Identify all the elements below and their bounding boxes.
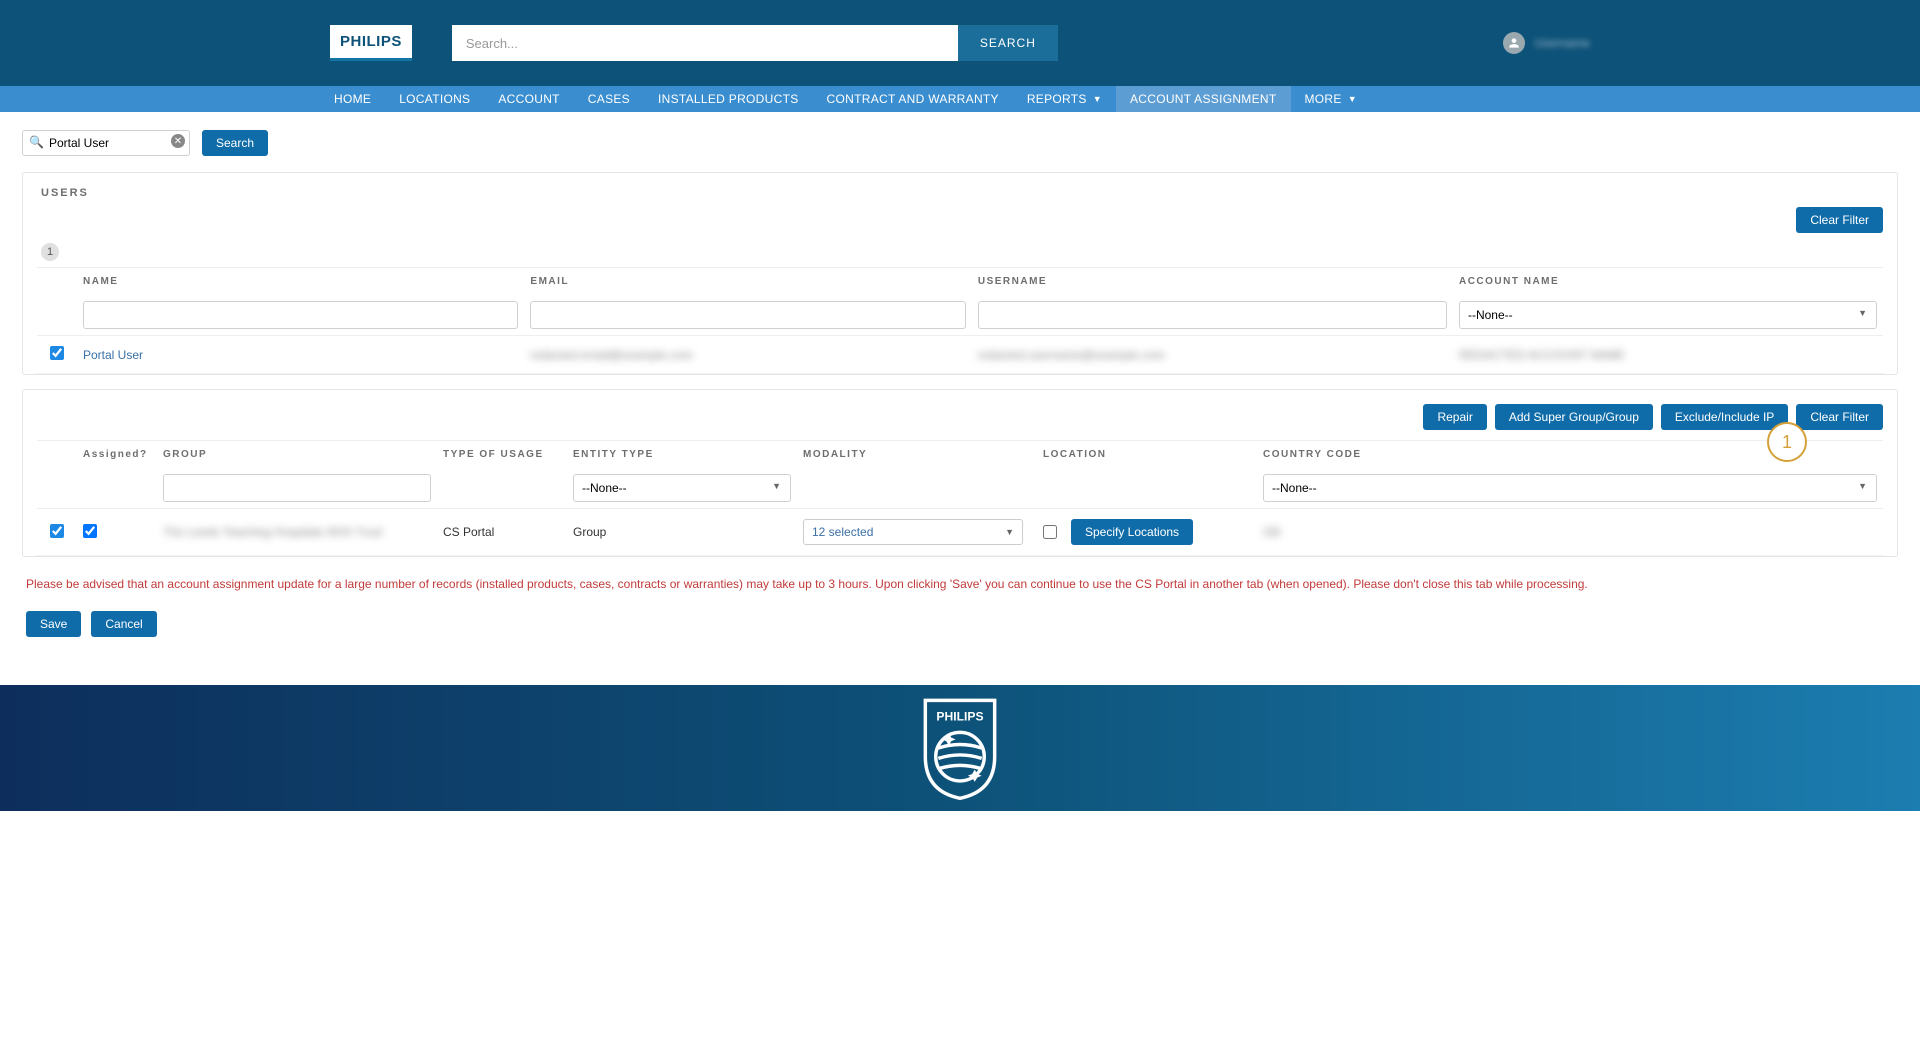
col-modality: MODALITY xyxy=(797,441,1037,469)
nav-cases[interactable]: CASES xyxy=(574,86,644,112)
col-assigned: Assigned? xyxy=(77,441,157,469)
chevron-down-icon: ▼ xyxy=(1348,94,1357,104)
nav-contract-warranty[interactable]: CONTRACT AND WARRANTY xyxy=(813,86,1013,112)
exclude-include-ip-button[interactable]: Exclude/Include IP xyxy=(1661,404,1788,430)
main-nav: HOME LOCATIONS ACCOUNT CASES INSTALLED P… xyxy=(0,86,1920,112)
filter-entity-type-select[interactable]: --None-- xyxy=(573,474,791,502)
col-name: NAME xyxy=(77,268,524,296)
profile-menu[interactable]: Username xyxy=(1503,32,1590,54)
nav-account-assignment[interactable]: ACCOUNT ASSIGNMENT xyxy=(1116,86,1291,112)
filter-username-input[interactable] xyxy=(978,301,1447,329)
chevron-down-icon: ▼ xyxy=(1005,527,1014,537)
save-button[interactable]: Save xyxy=(26,611,81,637)
assignment-row-checkbox[interactable] xyxy=(50,524,64,538)
chevron-down-icon: ▼ xyxy=(1093,94,1102,104)
user-row-checkbox[interactable] xyxy=(50,346,64,360)
clear-icon[interactable]: ✕ xyxy=(171,134,185,148)
users-panel-title: USERS xyxy=(37,187,1883,199)
users-panel: USERS Clear Filter 1 NAME EMAIL USERNAME… xyxy=(22,172,1898,375)
col-group: GROUP xyxy=(157,441,437,469)
user-search-field-wrap: 🔍 ✕ xyxy=(22,130,190,156)
philips-logo: PHILIPS xyxy=(330,25,412,61)
users-clear-filter-button[interactable]: Clear Filter xyxy=(1796,207,1883,233)
user-row: Portal User redacted.email@example.com r… xyxy=(37,336,1883,374)
global-search-button[interactable]: SEARCH xyxy=(958,25,1058,61)
col-email: EMAIL xyxy=(524,268,971,296)
country-code-cell: GB xyxy=(1263,525,1280,539)
col-entity-type: ENTITY TYPE xyxy=(567,441,797,469)
global-search: SEARCH xyxy=(452,25,1058,61)
modality-select[interactable]: 12 selected ▼ xyxy=(803,519,1023,545)
col-location: LOCATION xyxy=(1037,441,1257,469)
assign-clear-filter-button[interactable]: Clear Filter xyxy=(1796,404,1883,430)
main-content: 🔍 ✕ Search USERS Clear Filter 1 NAME EMA… xyxy=(0,112,1920,685)
annotation-marker-1: 1 xyxy=(1767,422,1807,462)
nav-locations[interactable]: LOCATIONS xyxy=(385,86,484,112)
repair-button[interactable]: Repair xyxy=(1423,404,1486,430)
col-type-of-usage: TYPE OF USAGE xyxy=(437,441,567,469)
nav-installed-products[interactable]: INSTALLED PRODUCTS xyxy=(644,86,813,112)
users-table: NAME EMAIL USERNAME ACCOUNT NAME --None xyxy=(37,267,1883,374)
filter-name-input[interactable] xyxy=(83,301,518,329)
cancel-button[interactable]: Cancel xyxy=(91,611,156,637)
filter-account-name-select[interactable]: --None-- xyxy=(1459,301,1877,329)
location-checkbox[interactable] xyxy=(1043,525,1057,539)
nav-home[interactable]: HOME xyxy=(320,86,385,112)
header-bar: PHILIPS SEARCH Username xyxy=(0,0,1920,86)
entity-type-cell: Group xyxy=(567,509,797,556)
filter-email-input[interactable] xyxy=(530,301,965,329)
assignment-table: Assigned? GROUP TYPE OF USAGE ENTITY TYP… xyxy=(37,440,1883,556)
philips-shield-logo: PHILIPS xyxy=(916,696,1004,800)
col-account-name: ACCOUNT NAME xyxy=(1453,268,1883,296)
add-super-group-button[interactable]: Add Super Group/Group xyxy=(1495,404,1653,430)
filter-country-code-select[interactable]: --None-- xyxy=(1263,474,1877,502)
specify-locations-button[interactable]: Specify Locations xyxy=(1071,519,1193,545)
user-account-cell: REDACTED ACCOUNT NAME xyxy=(1459,348,1625,362)
global-search-input[interactable] xyxy=(452,25,958,61)
modality-selected-text: 12 selected xyxy=(812,525,873,539)
bottom-actions: Save Cancel xyxy=(26,611,1894,637)
user-username-cell: redacted.username@example.com xyxy=(978,348,1165,362)
col-username: USERNAME xyxy=(972,268,1453,296)
user-email-cell: redacted.email@example.com xyxy=(530,348,692,362)
assigned-checkbox[interactable] xyxy=(83,524,97,538)
svg-text:PHILIPS: PHILIPS xyxy=(936,709,983,723)
group-cell: The Leeds Teaching Hospitals NHS Trust xyxy=(163,525,382,539)
nav-reports[interactable]: REPORTS▼ xyxy=(1013,86,1116,112)
assignment-panel: Repair Add Super Group/Group Exclude/Inc… xyxy=(22,389,1898,557)
profile-username: Username xyxy=(1535,36,1590,50)
assignment-row: The Leeds Teaching Hospitals NHS Trust C… xyxy=(37,509,1883,556)
search-icon: 🔍 xyxy=(29,135,44,149)
avatar-icon xyxy=(1503,32,1525,54)
warning-text: Please be advised that an account assign… xyxy=(26,575,1894,593)
user-search-button[interactable]: Search xyxy=(202,130,268,156)
footer: PHILIPS xyxy=(0,685,1920,811)
user-search-row: 🔍 ✕ Search xyxy=(22,130,1898,156)
users-page-badge[interactable]: 1 xyxy=(41,243,59,261)
user-search-input[interactable] xyxy=(22,130,190,156)
logo-text: PHILIPS xyxy=(340,33,402,50)
type-of-usage-cell: CS Portal xyxy=(437,509,567,556)
nav-account[interactable]: ACCOUNT xyxy=(484,86,573,112)
filter-group-input[interactable] xyxy=(163,474,431,502)
user-name-cell: Portal User xyxy=(77,336,524,374)
nav-more[interactable]: MORE▼ xyxy=(1291,86,1371,112)
